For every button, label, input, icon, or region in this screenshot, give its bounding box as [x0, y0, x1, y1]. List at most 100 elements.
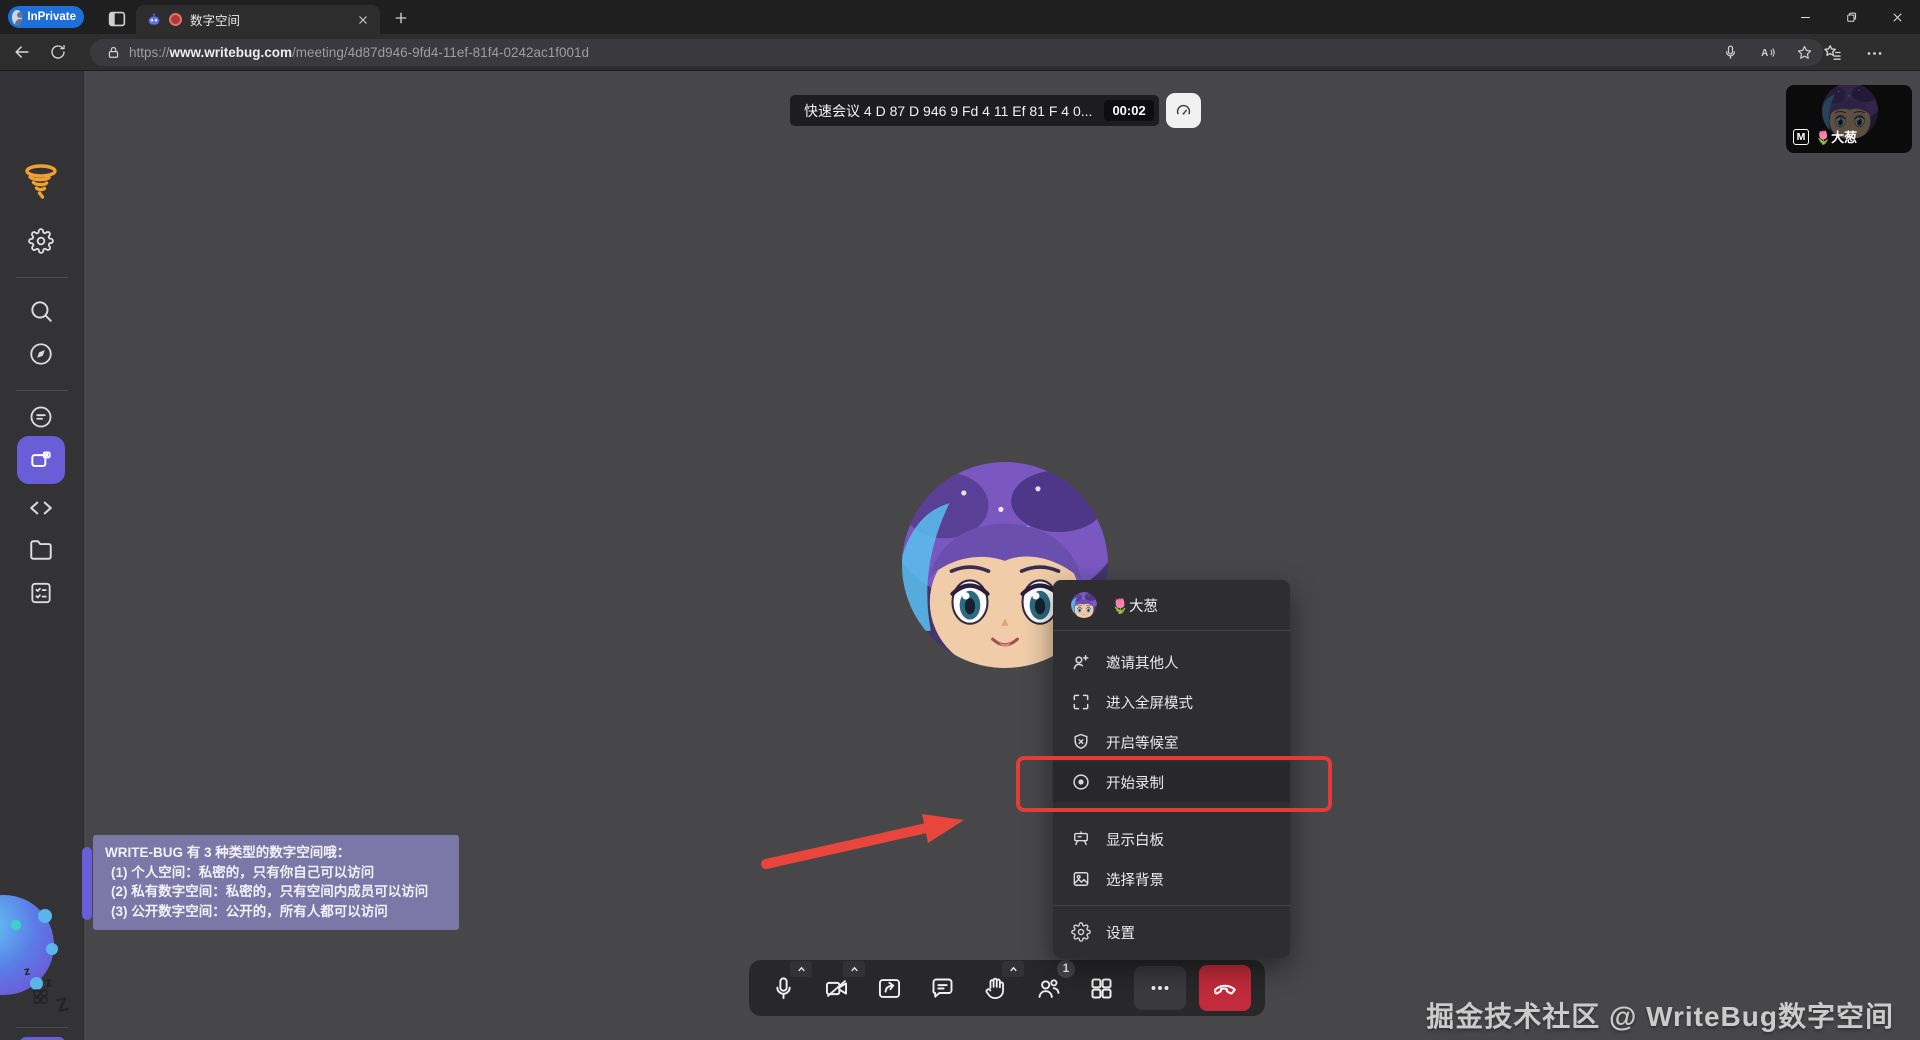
self-tile-name: 🌷大葱 — [1815, 127, 1857, 146]
menu-item-fullscreen[interactable]: 进入全屏模式 — [1053, 682, 1290, 722]
new-tab-button[interactable] — [392, 9, 410, 27]
camera-off-icon — [823, 975, 850, 1002]
menu-item-settings[interactable]: 设置 — [1053, 912, 1290, 952]
layout-grid-button[interactable] — [1081, 968, 1121, 1008]
favorites-bar-icon[interactable] — [1823, 43, 1842, 62]
svg-text:A: A — [1761, 48, 1768, 59]
app-logo-icon[interactable] — [20, 161, 62, 203]
url-domain: www.writebug.com — [170, 45, 293, 60]
tooltip-line: (1) 个人空间：私密的，只有你自己可以访问 — [105, 863, 447, 883]
sidebar-meeting-item-active[interactable] — [17, 436, 65, 484]
menu-user-avatar — [1071, 592, 1097, 618]
tooltip-line: (3) 公开数字空间：公开的，所有人都可以访问 — [105, 902, 447, 922]
chat-button[interactable] — [922, 968, 962, 1008]
sidebar-settings-icon[interactable] — [28, 228, 54, 254]
menu-user-name: 🌷大葱 — [1111, 595, 1158, 616]
annotation-arrow — [756, 795, 986, 880]
share-screen-button[interactable] — [869, 968, 909, 1008]
whiteboard-icon — [1071, 829, 1091, 849]
end-call-button[interactable] — [1199, 965, 1251, 1011]
menu-user-header: 🌷大葱 — [1053, 580, 1290, 630]
menu-item-whiteboard[interactable]: 显示白板 — [1053, 819, 1290, 859]
browser-url-bar: https://www.writebug.com/meeting/4d87d94… — [0, 34, 1920, 71]
address-bar[interactable]: https://www.writebug.com/meeting/4d87d94… — [90, 39, 1823, 66]
browser-window: InPrivate 数字空间 — [0, 0, 1920, 1040]
tab-title: 数字空间 — [190, 10, 354, 29]
sidebar-chat-icon[interactable] — [28, 404, 54, 430]
site-favicon — [146, 12, 162, 28]
end-call-icon — [1211, 974, 1239, 1002]
tab-activity-icon[interactable] — [106, 8, 128, 27]
sidebar-files-icon[interactable] — [28, 537, 54, 563]
browser-tab[interactable]: 数字空间 — [136, 5, 380, 34]
self-tile-label: M 🌷大葱 — [1793, 127, 1857, 146]
drawer-handle[interactable] — [82, 847, 92, 920]
mic-expand-chevron[interactable] — [790, 961, 812, 977]
mascot-bump — [46, 943, 58, 955]
menu-item-invite[interactable]: 邀请其他人 — [1053, 642, 1290, 682]
inprivate-badge: InPrivate — [8, 6, 84, 28]
annotation-highlight-box — [1016, 756, 1332, 812]
recording-indicator-icon — [169, 13, 182, 26]
menu-item-background[interactable]: 选择背景 — [1053, 859, 1290, 899]
participants-count-badge: 1 — [1057, 960, 1075, 978]
refresh-button[interactable] — [44, 38, 72, 66]
sidebar-meeting-icon — [28, 447, 54, 473]
sidebar-divider — [16, 1027, 68, 1028]
layout-grid-icon — [1088, 975, 1115, 1002]
read-aloud-icon[interactable]: A — [1759, 44, 1776, 61]
sidebar-tasks-icon[interactable] — [28, 580, 54, 606]
camera-expand-chevron[interactable] — [843, 961, 865, 977]
background-image-icon — [1071, 869, 1091, 889]
mic-icon — [770, 975, 797, 1002]
window-controls — [1782, 0, 1920, 34]
more-options-button[interactable] — [1134, 966, 1186, 1010]
close-window-button[interactable] — [1874, 0, 1920, 34]
call-toolbar: 1 — [749, 960, 1265, 1016]
watermark-text: 掘金技术社区 @ WriteBug数字空间 — [1426, 995, 1894, 1035]
voice-search-icon[interactable] — [1722, 44, 1739, 61]
mic-button[interactable] — [763, 968, 803, 1008]
hand-expand-chevron[interactable] — [1002, 961, 1024, 977]
settings-icon — [1071, 922, 1091, 942]
sidebar-code-icon[interactable] — [28, 495, 54, 521]
share-screen-icon — [876, 975, 903, 1002]
browser-menu-icon[interactable] — [1865, 44, 1884, 63]
participants-button[interactable]: 1 — [1028, 968, 1068, 1008]
camera-button[interactable] — [816, 968, 856, 1008]
chat-bubble-icon — [929, 975, 956, 1002]
tooltip-line: WRITE-BUG 有 3 种类型的数字空间哦： — [105, 843, 447, 863]
url-scheme: https:// — [129, 45, 170, 60]
tab-close-icon[interactable] — [354, 11, 372, 29]
sidebar-explore-icon[interactable] — [28, 341, 54, 367]
sidebar-divider — [16, 390, 68, 391]
more-dots-icon — [1147, 975, 1173, 1001]
url-text: https://www.writebug.com/meeting/4d87d94… — [129, 45, 1702, 60]
favorite-star-icon[interactable] — [1796, 44, 1813, 61]
browser-tab-bar: InPrivate 数字空间 — [0, 0, 1920, 34]
app-sidebar: z z Z 扩容 — [0, 71, 84, 1040]
back-button[interactable] — [8, 38, 36, 66]
meeting-timer: 00:02 — [1104, 100, 1153, 121]
tooltip-line: (2) 私有数字空间：私密的，只有空间内成员可以访问 — [105, 882, 447, 902]
fullscreen-icon — [1071, 692, 1091, 712]
space-types-tooltip: WRITE-BUG 有 3 种类型的数字空间哦： (1) 个人空间：私密的，只有… — [93, 835, 459, 930]
meeting-title-bar: 快速会议 4 D 87 D 946 9 Fd 4 11 Ef 81 F 4 0.… — [790, 95, 1159, 126]
waiting-room-shield-icon — [1071, 732, 1091, 752]
participants-icon — [1035, 975, 1062, 1002]
sleep-z-text: Z — [55, 994, 71, 1018]
sidebar-divider — [16, 277, 68, 278]
profile-avatar-icon — [12, 10, 22, 25]
raise-hand-button[interactable] — [975, 968, 1015, 1008]
person-plus-icon — [1071, 652, 1091, 672]
network-status-button[interactable] — [1166, 93, 1201, 128]
mini-grid-icon — [31, 987, 50, 1006]
minimize-button[interactable] — [1782, 0, 1828, 34]
self-video-tile[interactable]: M 🌷大葱 — [1786, 85, 1912, 153]
lock-icon — [106, 45, 121, 60]
sidebar-search-icon[interactable] — [28, 298, 54, 324]
restore-button[interactable] — [1828, 0, 1874, 34]
meeting-title: 快速会议 4 D 87 D 946 9 Fd 4 11 Ef 81 F 4 0.… — [804, 101, 1092, 121]
url-path: /meeting/4d87d946-9fd4-11ef-81f4-0242ac1… — [292, 45, 589, 60]
moderator-badge: M — [1793, 129, 1809, 145]
